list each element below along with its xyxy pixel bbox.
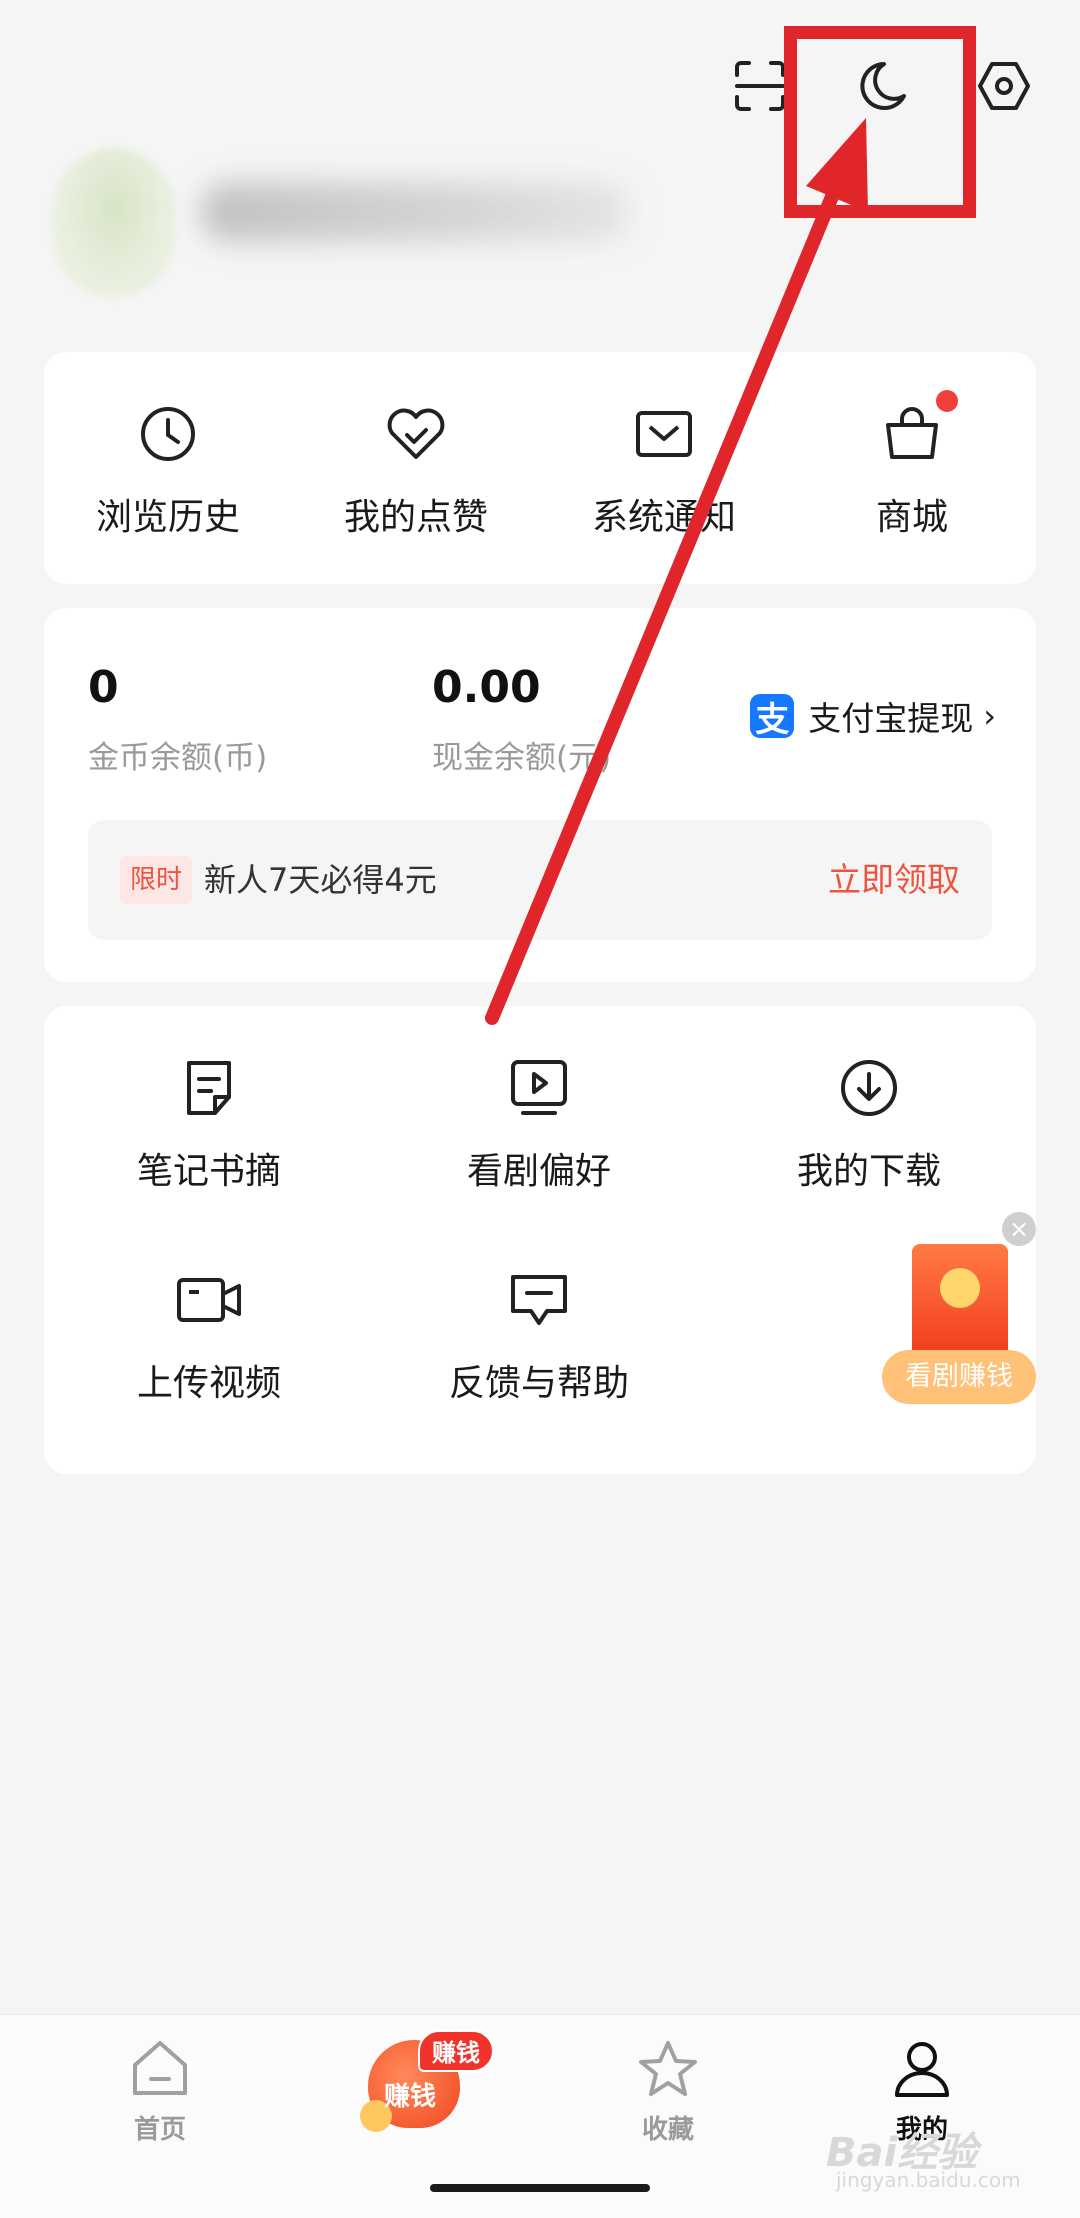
settings-icon [978,62,1030,110]
feature-preferences[interactable]: 看剧偏好 [374,1056,704,1194]
chevron-right-icon: › [983,697,996,735]
quick-link-notifications[interactable]: 系统通知 [540,402,788,540]
nav-label: 首页 [133,2115,186,2145]
red-packet-label[interactable]: 看剧赚钱 [882,1350,1036,1404]
earn-label: 赚钱 [384,2082,437,2112]
promo-text: 新人7天必得4元 [204,861,437,899]
wallet-card: 0 金币余额(币) 0.00 现金余额(元) 支 支付宝提现 › 限时 新人7天… [44,608,1036,982]
alipay-withdraw-label: 支付宝提现 [808,699,974,738]
star-icon [639,2041,697,2096]
promo-claim-button[interactable]: 立即领取 [828,854,960,906]
clock-icon [141,407,195,461]
feature-label: 看剧偏好 [466,1151,611,1192]
alipay-withdraw-button[interactable]: 支 支付宝提现 › [750,692,996,740]
profile-icon [895,2042,949,2097]
home-icon [133,2041,187,2095]
mail-icon [636,411,692,457]
feature-downloads[interactable]: 我的下载 [704,1056,1034,1194]
cash-balance-value: 0.00 [432,662,541,713]
quick-link-label: 商城 [875,497,948,538]
feature-feedback[interactable]: 反馈与帮助 [374,1268,704,1406]
camera-icon [177,1278,241,1322]
promo-tag: 限时 [120,856,193,904]
cash-balance-label: 现金余额(元) [432,740,612,776]
feature-upload-video[interactable]: 上传视频 [44,1268,374,1406]
red-packet-close-button[interactable]: × [1002,1212,1036,1246]
feature-notes[interactable]: 笔记书摘 [44,1056,374,1194]
home-indicator[interactable] [430,2184,650,2192]
quick-link-label: 我的点赞 [343,497,488,538]
coin-icon [940,1268,980,1308]
feature-label: 反馈与帮助 [448,1363,629,1404]
quick-link-history[interactable]: 浏览历史 [44,402,292,540]
annotation-highlight-box [784,26,976,218]
quick-link-label: 浏览历史 [95,497,240,538]
heart-icon [387,408,445,459]
note-icon [187,1061,231,1115]
avatar[interactable] [52,148,176,298]
feature-label: 我的下载 [796,1151,941,1192]
video-play-icon [511,1060,567,1115]
feature-label: 上传视频 [136,1363,281,1404]
nav-item-home[interactable]: 首页 [80,2035,240,2146]
coin-balance-value: 0 [88,662,119,713]
bag-icon [886,407,938,459]
settings-button[interactable] [968,50,1040,122]
quick-links-card: 浏览历史 我的点赞 系统通知 商城 [44,352,1036,584]
notification-dot [936,390,958,412]
scan-icon [735,61,785,111]
feature-label: 笔记书摘 [136,1151,281,1192]
coin-balance-label: 金币余额(币) [88,740,268,776]
feedback-icon [511,1275,567,1325]
nav-item-favorites[interactable]: 收藏 [588,2035,748,2146]
quick-link-likes[interactable]: 我的点赞 [292,402,540,540]
features-card: 笔记书摘 看剧偏好 我的下载 上传视频 反馈与帮助 [44,1006,1036,1474]
watermark-url: jingyan.baidu.com [836,2168,1021,2192]
alipay-icon: 支 [750,694,795,740]
quick-link-label: 系统通知 [591,497,736,538]
earn-badge: 赚钱 [418,2030,494,2072]
quick-link-mall[interactable]: 商城 [788,402,1036,540]
promo-banner[interactable]: 限时 新人7天必得4元 立即领取 [88,820,992,940]
nav-label: 收藏 [641,2115,694,2145]
user-name[interactable] [200,182,630,242]
download-icon [841,1060,897,1116]
